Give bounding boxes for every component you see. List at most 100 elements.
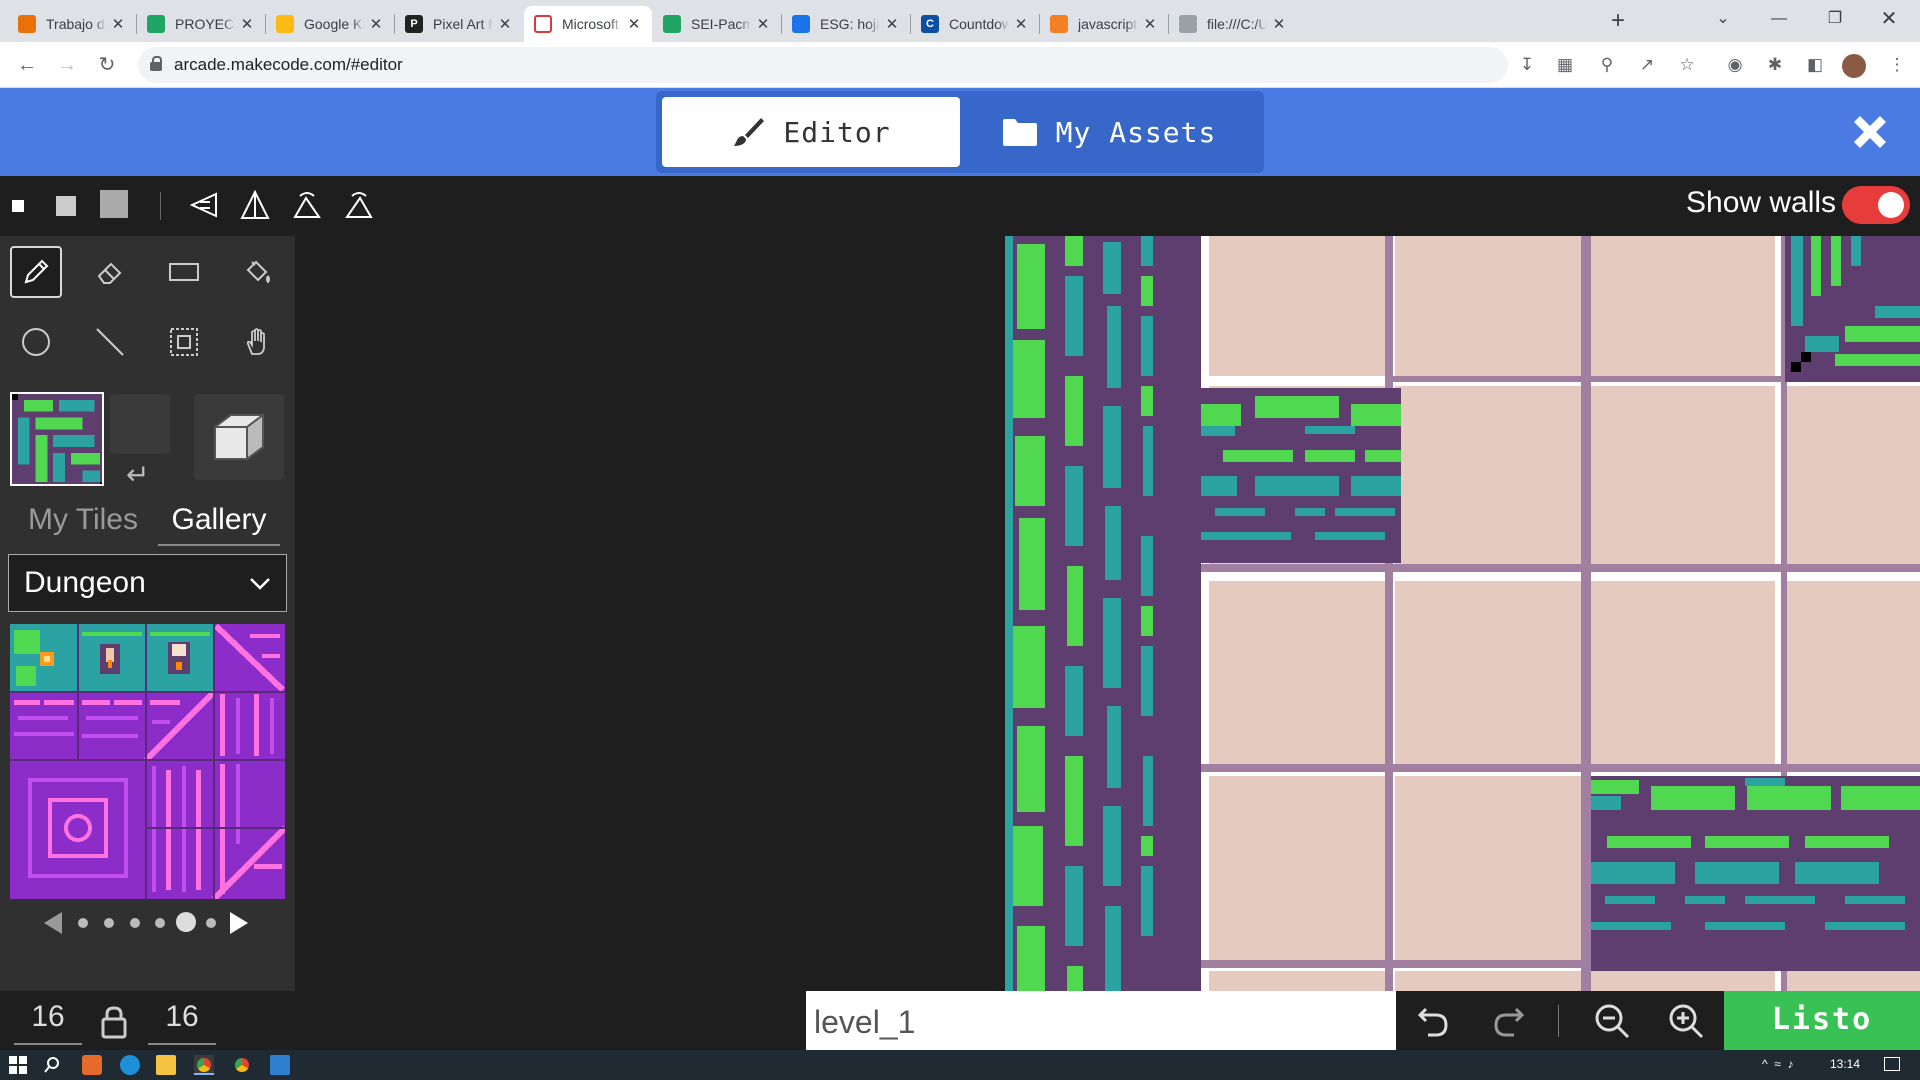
brush-size-small[interactable] bbox=[12, 200, 24, 212]
gallery-tile[interactable] bbox=[214, 692, 285, 760]
share-icon[interactable]: ↗ bbox=[1636, 54, 1658, 76]
extensions-puzzle-icon[interactable]: ✱ bbox=[1764, 54, 1786, 76]
minimize-button[interactable]: — bbox=[1756, 4, 1802, 34]
flip-horizontal-icon[interactable] bbox=[190, 190, 220, 220]
rotate-clockwise-icon[interactable] bbox=[292, 190, 322, 220]
tab-editor[interactable]: Editor bbox=[662, 97, 960, 167]
tilemap-width-input[interactable]: 16 bbox=[14, 993, 82, 1047]
eraser-tool[interactable] bbox=[84, 246, 136, 298]
gallery-tile[interactable] bbox=[10, 692, 78, 760]
background-tile-swatch[interactable] bbox=[110, 394, 170, 454]
page-dot[interactable] bbox=[104, 918, 114, 928]
close-tab-icon[interactable]: ✕ bbox=[368, 15, 384, 33]
windows-start-icon[interactable] bbox=[8, 1055, 28, 1075]
rotate-counterclockwise-icon[interactable] bbox=[344, 190, 374, 220]
bookmark-star-icon[interactable]: ☆ bbox=[1676, 54, 1698, 76]
brush-size-large[interactable] bbox=[100, 190, 128, 218]
file-explorer-icon[interactable] bbox=[156, 1055, 176, 1075]
browser-tab[interactable]: PROYECTO -✕ bbox=[137, 6, 265, 42]
edge-icon[interactable] bbox=[120, 1055, 140, 1075]
browser-tab[interactable]: Microsoft Ma✕ bbox=[524, 6, 652, 42]
window-close-button[interactable]: ✕ bbox=[1866, 4, 1912, 34]
sidepanel-icon[interactable]: ◧ bbox=[1804, 54, 1826, 76]
gallery-tile[interactable] bbox=[146, 760, 214, 899]
extension-g-icon[interactable]: ◉ bbox=[1724, 54, 1746, 76]
vscode-icon[interactable] bbox=[270, 1055, 290, 1075]
swap-tiles-icon[interactable]: ↵ bbox=[126, 458, 149, 491]
close-editor-icon[interactable] bbox=[1846, 108, 1894, 156]
page-dot[interactable] bbox=[155, 918, 165, 928]
url-bar[interactable]: arcade.makecode.com/#editor bbox=[138, 47, 1508, 83]
page-dot[interactable] bbox=[78, 918, 88, 928]
done-button[interactable]: Listo bbox=[1724, 991, 1920, 1050]
reload-button[interactable]: ↻ bbox=[92, 50, 122, 80]
gallery-tile[interactable] bbox=[10, 624, 78, 692]
brush-size-medium[interactable] bbox=[56, 196, 76, 216]
pencil-tool[interactable] bbox=[10, 246, 62, 298]
back-button[interactable]: ← bbox=[12, 50, 42, 80]
close-tab-icon[interactable]: ✕ bbox=[1013, 15, 1029, 33]
gallery-tile-grid[interactable] bbox=[10, 624, 285, 899]
tilemap-canvas[interactable] bbox=[1005, 236, 1920, 991]
zoom-in-icon[interactable] bbox=[1666, 1001, 1706, 1041]
wall-tool-button[interactable] bbox=[194, 394, 284, 480]
install-icon[interactable]: ↧ bbox=[1516, 54, 1538, 76]
zoom-icon[interactable]: ⚲ bbox=[1596, 54, 1618, 76]
gallery-tile[interactable] bbox=[211, 760, 285, 899]
flip-vertical-icon[interactable] bbox=[240, 190, 270, 220]
close-tab-icon[interactable]: ✕ bbox=[1271, 15, 1287, 33]
chrome-icon[interactable] bbox=[232, 1055, 252, 1075]
aspect-lock-icon[interactable] bbox=[100, 1005, 128, 1039]
taskbar-app-icon[interactable] bbox=[82, 1055, 102, 1075]
browser-menu-icon[interactable]: ⋮ bbox=[1886, 54, 1908, 76]
browser-tab[interactable]: SEI-Pacman-✕ bbox=[653, 6, 781, 42]
browser-tab[interactable]: Trabajo de cl✕ bbox=[8, 6, 136, 42]
gallery-tile[interactable] bbox=[10, 760, 146, 899]
page-dot[interactable] bbox=[206, 918, 216, 928]
close-tab-icon[interactable]: ✕ bbox=[497, 15, 513, 33]
page-dot[interactable] bbox=[130, 918, 140, 928]
next-page-icon[interactable] bbox=[228, 910, 252, 936]
fill-tool[interactable] bbox=[232, 246, 284, 298]
tab-search-icon[interactable]: ⌄ bbox=[1700, 4, 1746, 34]
gallery-tile[interactable] bbox=[78, 692, 146, 760]
restore-button[interactable]: ❐ bbox=[1812, 4, 1858, 34]
gallery-tile[interactable] bbox=[143, 689, 217, 763]
close-tab-icon[interactable]: ✕ bbox=[626, 15, 642, 33]
circle-tool[interactable] bbox=[10, 316, 62, 368]
gallery-tile[interactable] bbox=[213, 624, 285, 693]
undo-icon[interactable] bbox=[1414, 1001, 1454, 1041]
rectangle-tool[interactable] bbox=[158, 246, 210, 298]
browser-tab[interactable]: C Countdown J✕ bbox=[911, 6, 1039, 42]
translate-icon[interactable]: ▦ bbox=[1554, 54, 1576, 76]
browser-tab[interactable]: P Pixel Art Mak✕ bbox=[395, 6, 523, 42]
close-tab-icon[interactable]: ✕ bbox=[239, 15, 255, 33]
tab-my-tiles[interactable]: My Tiles bbox=[10, 496, 156, 546]
redo-icon[interactable] bbox=[1488, 1001, 1528, 1041]
close-tab-icon[interactable]: ✕ bbox=[755, 15, 771, 33]
zoom-out-icon[interactable] bbox=[1592, 1001, 1632, 1041]
tab-gallery[interactable]: Gallery bbox=[158, 496, 280, 546]
profile-avatar[interactable] bbox=[1842, 54, 1866, 78]
canvas-empty-area[interactable] bbox=[295, 236, 1005, 991]
close-tab-icon[interactable]: ✕ bbox=[1142, 15, 1158, 33]
pan-tool[interactable] bbox=[232, 316, 284, 368]
notifications-icon[interactable] bbox=[1884, 1057, 1900, 1071]
close-tab-icon[interactable]: ✕ bbox=[884, 15, 900, 33]
chrome-active-icon[interactable] bbox=[194, 1055, 214, 1075]
new-tab-button[interactable]: + bbox=[1604, 6, 1632, 36]
gallery-category-select[interactable]: Dungeon bbox=[8, 554, 287, 612]
gallery-tile[interactable] bbox=[146, 624, 214, 692]
line-tool[interactable] bbox=[84, 316, 136, 368]
gallery-tile[interactable] bbox=[78, 624, 146, 692]
forward-button[interactable]: → bbox=[52, 50, 82, 80]
browser-tab[interactable]: Google Keep✕ bbox=[266, 6, 394, 42]
tilemap-height-input[interactable]: 16 bbox=[148, 993, 216, 1047]
browser-tab[interactable]: file:///C:/User✕ bbox=[1169, 6, 1297, 42]
level-name-input[interactable]: level_1 bbox=[806, 991, 1396, 1050]
page-dot-active[interactable] bbox=[176, 912, 196, 932]
selected-tile-swatch[interactable] bbox=[10, 392, 104, 486]
marquee-tool[interactable] bbox=[158, 316, 210, 368]
tab-my-assets[interactable]: My Assets bbox=[960, 97, 1258, 167]
search-icon[interactable] bbox=[44, 1055, 64, 1075]
